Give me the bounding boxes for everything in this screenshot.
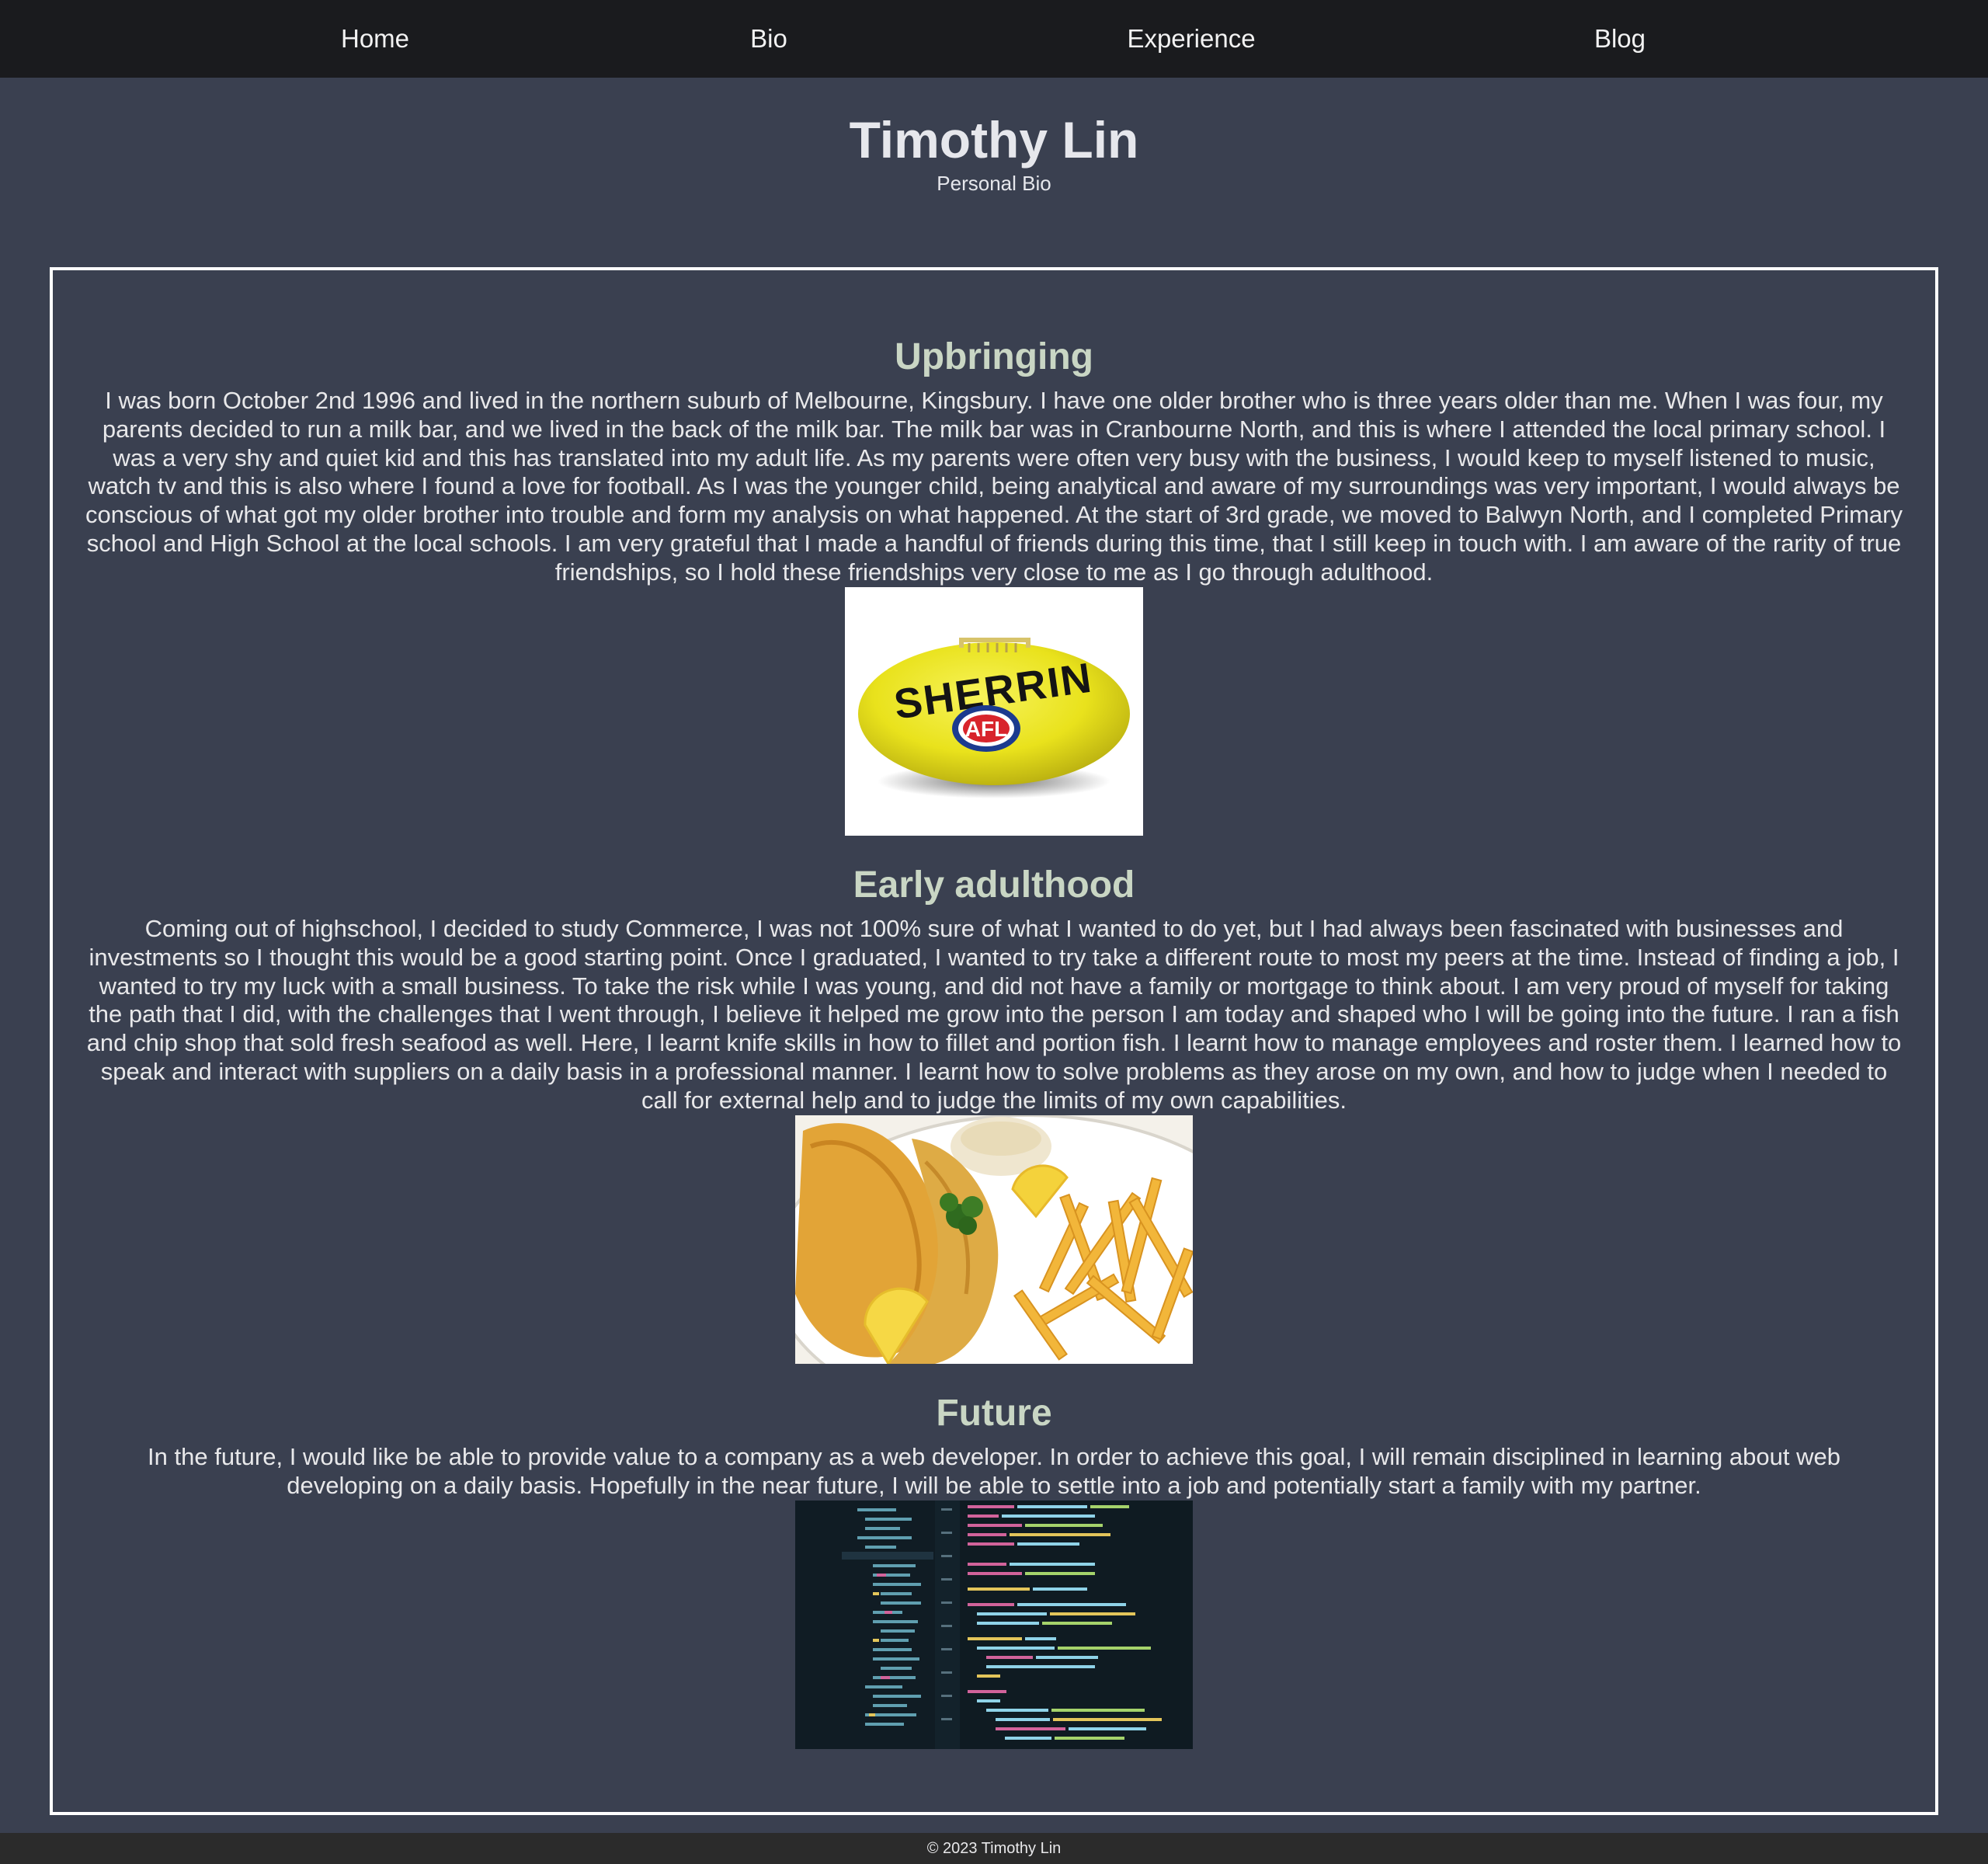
fish-and-chips-image <box>795 1115 1193 1364</box>
page-header: Timothy Lin Personal Bio <box>0 109 1988 196</box>
section-future: Future In the future, I would like be ab… <box>53 1390 1935 1749</box>
fish-and-chips-illustration <box>795 1115 1193 1364</box>
section-title-early-adulthood: Early adulthood <box>853 864 1135 906</box>
code-editor-illustration <box>795 1500 1193 1749</box>
section-upbringing: Upbringing I was born October 2nd 1996 a… <box>53 334 1935 836</box>
section-early-adulthood: Early adulthood Coming out of highschool… <box>53 862 1935 1364</box>
bio-content-box: Upbringing I was born October 2nd 1996 a… <box>50 267 1938 1815</box>
section-text-early-adulthood: Coming out of highschool, I decided to s… <box>86 915 1902 1114</box>
football-illustration: SHERRIN AFL <box>858 637 1130 798</box>
nav-home-link[interactable]: Home <box>341 0 409 78</box>
top-nav: Home Bio Experience Blog <box>0 0 1988 78</box>
football-image: SHERRIN AFL <box>845 586 1143 836</box>
section-text-future: In the future, I would like be able to p… <box>148 1443 1840 1499</box>
footer-copyright: © 2023 Timothy Lin <box>926 1840 1062 1857</box>
section-text-upbringing: I was born October 2nd 1996 and lived in… <box>85 387 1903 586</box>
code-editor-image <box>795 1500 1193 1749</box>
section-title-upbringing: Upbringing <box>895 336 1093 377</box>
page-title: Timothy Lin <box>849 111 1139 169</box>
page-subtitle: Personal Bio <box>937 172 1051 195</box>
nav-experience-link[interactable]: Experience <box>1127 0 1255 78</box>
nav-blog-link[interactable]: Blog <box>1594 0 1646 78</box>
nav-bio-link[interactable]: Bio <box>750 0 787 78</box>
ball-badge-text: AFL <box>965 717 1007 741</box>
page-footer: © 2023 Timothy Lin <box>0 1833 1988 1864</box>
section-title-future: Future <box>936 1393 1052 1434</box>
